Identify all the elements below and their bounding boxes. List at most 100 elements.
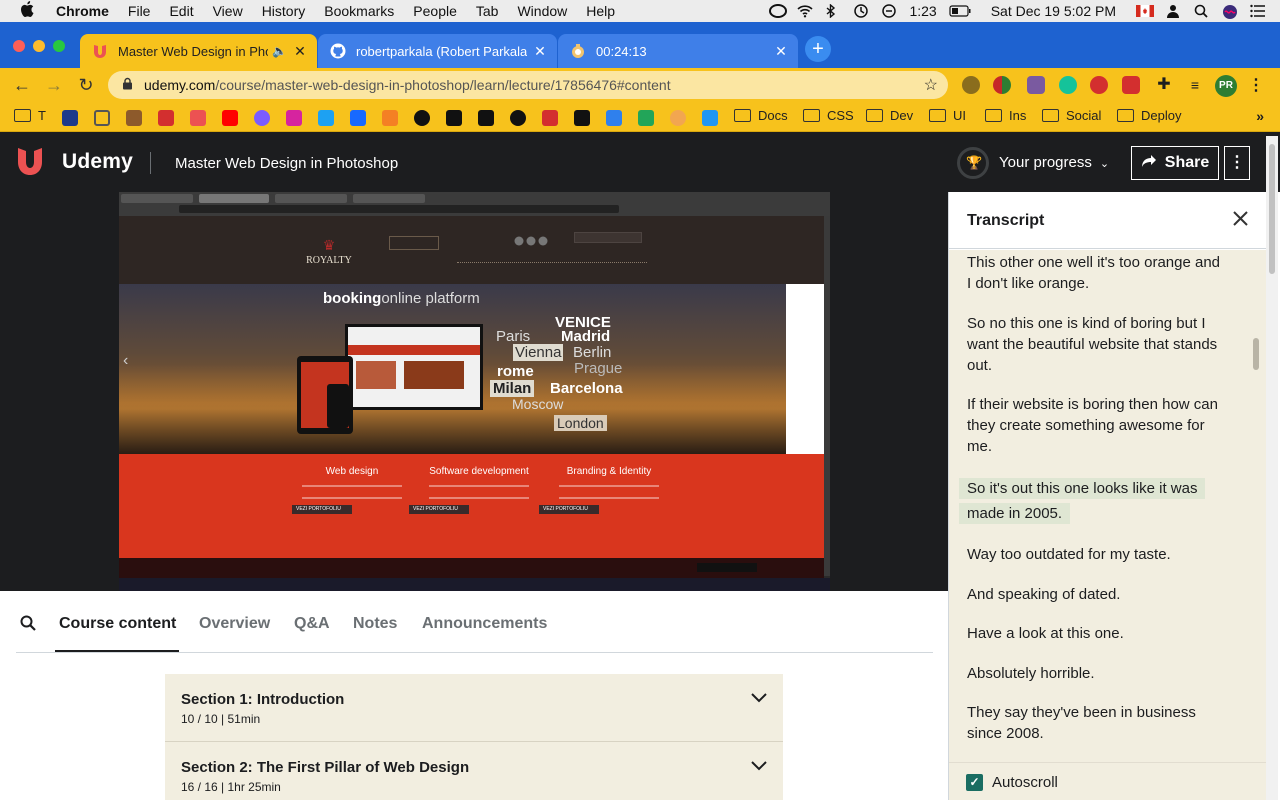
tab-audio-icon[interactable]: 🔈 — [272, 44, 287, 58]
arrows-bookmark-icon[interactable] — [638, 110, 654, 126]
transcript-body[interactable]: This other one well it's too orange and … — [949, 250, 1249, 762]
tab-announcements[interactable]: Announcements — [422, 615, 547, 633]
spotlight-search-icon[interactable] — [1194, 4, 1210, 18]
bookmarks-overflow-icon[interactable]: » — [1256, 108, 1264, 124]
your-progress-button[interactable]: Your progress ⌄ — [999, 154, 1109, 171]
browser-menu-icon[interactable]: ⋮ — [1248, 75, 1264, 97]
more-options-button[interactable]: ⋮ — [1224, 146, 1250, 180]
medium-bookmark-icon[interactable] — [446, 110, 462, 126]
window-minimize-button[interactable] — [33, 40, 45, 52]
transcript-cue[interactable]: And speaking of dated. — [967, 584, 1227, 605]
transcript-cue[interactable]: Absolutely horrible. — [967, 663, 1227, 684]
transcript-cue-active[interactable]: So it's out this one looks like it was m… — [959, 476, 1229, 526]
transcript-cue[interactable]: Have a look at this one. — [967, 623, 1227, 644]
bug-extension-icon[interactable] — [962, 76, 980, 94]
do-not-disturb-icon[interactable] — [881, 4, 897, 18]
bookmark-folder-t[interactable]: T — [14, 108, 46, 123]
d-bookmark-icon[interactable] — [510, 110, 526, 126]
tab-overview[interactable]: Overview — [199, 615, 270, 633]
new-tab-button[interactable]: + — [805, 36, 831, 62]
page-scrollbar-thumb[interactable] — [1269, 144, 1275, 274]
c-bookmark-icon[interactable] — [574, 110, 590, 126]
bluetooth-icon[interactable] — [825, 3, 841, 19]
chevron-down-icon[interactable] — [751, 690, 767, 706]
s-bookmark-icon[interactable] — [542, 110, 558, 126]
adblock-extension-icon[interactable] — [1090, 76, 1108, 94]
menu-clock[interactable]: Sat Dec 19 5:02 PM — [991, 3, 1116, 19]
search-icon[interactable] — [20, 615, 36, 631]
colorzilla-extension-icon[interactable] — [993, 76, 1011, 94]
progress-ring[interactable]: 🏆 — [957, 147, 989, 179]
autoscroll-label[interactable]: Autoscroll — [992, 774, 1058, 791]
tab-qa[interactable]: Q&A — [294, 615, 330, 633]
transcript-cue[interactable]: If their website is boring then how can … — [967, 394, 1227, 457]
menu-history[interactable]: History — [262, 3, 306, 19]
udemy-logo-icon[interactable] — [16, 146, 44, 178]
tools-bookmark-icon[interactable] — [94, 110, 110, 126]
tab-close-icon[interactable]: ✕ — [774, 43, 788, 60]
menu-edit[interactable]: Edit — [169, 3, 193, 19]
share-button[interactable]: Share — [1131, 146, 1219, 180]
grammarly-extension-icon[interactable] — [1059, 76, 1077, 94]
bookmark-folder-dev[interactable]: Dev — [866, 108, 913, 123]
address-bar[interactable]: udemy.com /course/master-web-design-in-p… — [108, 71, 948, 99]
profile-avatar[interactable]: PR — [1215, 75, 1237, 97]
video-player[interactable]: ♛ ROYALTY bookingonline platform VENICE … — [0, 192, 948, 591]
wifi-icon[interactable] — [797, 4, 814, 18]
transcript-scrollbar-thumb[interactable] — [1253, 338, 1259, 370]
browser-tab-timer[interactable]: 00:24:13 ✕ — [558, 34, 798, 68]
menu-file[interactable]: File — [128, 3, 151, 19]
tab-close-icon[interactable]: ✕ — [293, 43, 307, 60]
media-queue-icon[interactable]: ≡ — [1186, 76, 1204, 94]
browser-tab-udemy[interactable]: Master Web Design in Phot 🔈 ✕ — [80, 34, 317, 68]
menu-people[interactable]: People — [413, 3, 457, 19]
keys-extension-icon[interactable] — [1122, 76, 1140, 94]
menu-window[interactable]: Window — [517, 3, 567, 19]
github-bookmark-icon[interactable] — [414, 110, 430, 126]
tab-close-icon[interactable]: ✕ — [533, 43, 547, 60]
bookmark-folder-social[interactable]: Social — [1042, 108, 1101, 123]
behance-bookmark-icon[interactable] — [350, 110, 366, 126]
battery-time-label[interactable]: 1:23 — [909, 3, 936, 19]
window-zoom-button[interactable] — [53, 40, 65, 52]
bookmark-folder-ins[interactable]: Ins — [985, 108, 1026, 123]
t-bookmark-icon[interactable] — [702, 110, 718, 126]
menu-chrome[interactable]: Chrome — [56, 3, 109, 19]
reload-icon[interactable]: ↻ — [75, 74, 97, 96]
browser-tab-github[interactable]: robertparkala (Robert Parkala) ✕ — [318, 34, 557, 68]
notification-center-icon[interactable] — [1250, 4, 1266, 18]
transcript-cue[interactable]: They say they've been in business since … — [967, 702, 1227, 744]
time-machine-icon[interactable] — [853, 4, 869, 18]
back-arrow-icon[interactable]: ← — [11, 74, 33, 96]
messenger-bookmark-icon[interactable] — [254, 110, 270, 126]
udemy-bookmark-icon[interactable] — [190, 110, 206, 126]
shield-bookmark-icon[interactable] — [62, 110, 78, 126]
youtube-bookmark-icon[interactable] — [222, 110, 238, 126]
transcript-cue[interactable]: This other one well it's too orange and … — [967, 252, 1227, 294]
autoscroll-checkbox[interactable]: ✓ — [966, 774, 983, 791]
window-close-button[interactable] — [13, 40, 25, 52]
bookmark-star-icon[interactable]: ☆ — [924, 75, 938, 95]
transcript-cue[interactable]: So no this one is kind of boring but I w… — [967, 313, 1227, 376]
dev-bookmark-icon[interactable] — [478, 110, 494, 126]
bookmark-folder-docs[interactable]: Docs — [734, 108, 788, 123]
udemy-logo-text[interactable]: Udemy — [62, 150, 133, 174]
tab-notes[interactable]: Notes — [353, 615, 397, 633]
section-accordion-1[interactable]: Section 1: Introduction 10 / 10 | 51min — [165, 674, 783, 742]
apple-menu-icon[interactable] — [20, 1, 38, 21]
transcript-scrollbar[interactable] — [1249, 250, 1266, 762]
section-accordion-2[interactable]: Section 2: The First Pillar of Web Desig… — [165, 742, 783, 800]
siri-icon[interactable] — [1222, 4, 1238, 19]
maps-bookmark-icon[interactable] — [606, 110, 622, 126]
eyedropper-extension-icon[interactable] — [1027, 76, 1045, 94]
menu-help[interactable]: Help — [586, 3, 615, 19]
transcript-cue[interactable]: Way too outdated for my taste. — [967, 544, 1227, 565]
bookmark-folder-css[interactable]: CSS — [803, 108, 854, 123]
menu-view[interactable]: View — [213, 3, 243, 19]
avatar-bookmark-icon[interactable] — [670, 110, 686, 126]
toggl-bookmark-icon[interactable] — [158, 110, 174, 126]
extensions-puzzle-icon[interactable]: ✚ — [1155, 76, 1173, 94]
amazon-bookmark-icon[interactable] — [126, 110, 142, 126]
chevron-down-icon[interactable] — [751, 758, 767, 774]
menu-tab[interactable]: Tab — [476, 3, 499, 19]
